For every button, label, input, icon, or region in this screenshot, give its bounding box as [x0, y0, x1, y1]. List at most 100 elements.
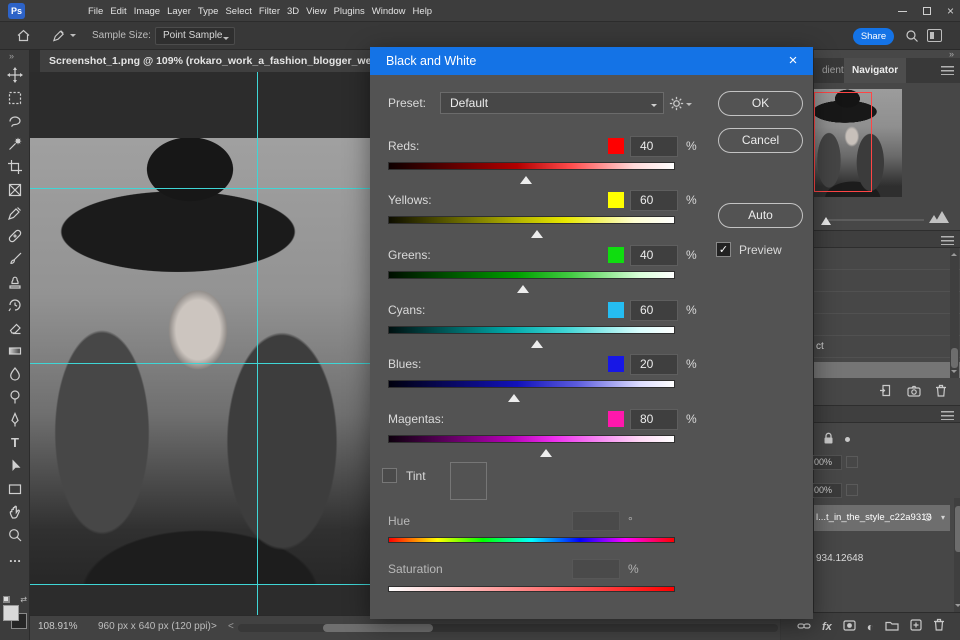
menu-view[interactable]: View: [306, 6, 326, 17]
navigator-thumbnail[interactable]: [814, 89, 902, 197]
zoom-level-field[interactable]: 108.91%: [38, 621, 77, 632]
cyans-slider[interactable]: [388, 326, 675, 348]
rectangular-marquee-tool-icon[interactable]: [0, 86, 30, 109]
default-colors-icon[interactable]: [3, 596, 10, 603]
greens-value-input[interactable]: 40: [630, 245, 678, 266]
rectangle-tool-icon[interactable]: [0, 477, 30, 500]
frame-tool-icon[interactable]: [0, 178, 30, 201]
spot-healing-brush-tool-icon[interactable]: [0, 224, 30, 247]
zoom-slider-track[interactable]: [828, 219, 924, 221]
preview-checkbox[interactable]: ✓: [716, 242, 731, 257]
delete-state-trash-icon[interactable]: [935, 384, 947, 402]
blur-tool-icon[interactable]: [0, 362, 30, 385]
dodge-tool-icon[interactable]: [0, 385, 30, 408]
zoom-tool-icon[interactable]: [0, 523, 30, 546]
greens-slider-thumb[interactable]: [516, 279, 529, 293]
cyans-value-input[interactable]: 60: [630, 300, 678, 321]
opacity-field[interactable]: 00%: [810, 455, 842, 470]
object-selection-tool-icon[interactable]: [0, 132, 30, 155]
reds-slider[interactable]: [388, 162, 675, 184]
eraser-tool-icon[interactable]: [0, 316, 30, 339]
layer-mask-icon[interactable]: [843, 618, 856, 636]
reds-value-input[interactable]: 40: [630, 136, 678, 157]
layers-scrollbar[interactable]: [954, 498, 960, 612]
history-state-row[interactable]: [814, 314, 960, 336]
fill-field[interactable]: 00%: [810, 483, 842, 498]
lasso-tool-icon[interactable]: [0, 109, 30, 132]
maximize-icon[interactable]: [922, 7, 931, 15]
zoom-slider-thumb[interactable]: [821, 212, 831, 225]
gradient-tool-icon[interactable]: [0, 339, 30, 362]
foreground-color-swatch[interactable]: [3, 605, 19, 621]
selected-layer-row[interactable]: l...t_in_the_style_c22a9313 ◎ ▾: [814, 505, 950, 531]
adjustment-layer-icon[interactable]: ◐: [867, 621, 874, 633]
menu-3d[interactable]: 3D: [287, 6, 299, 17]
cyans-slider-thumb[interactable]: [531, 334, 544, 348]
sample-size-select[interactable]: Point Sample: [155, 27, 235, 45]
history-state-row[interactable]: [814, 248, 960, 270]
minimize-icon[interactable]: [897, 10, 907, 12]
new-snapshot-camera-icon[interactable]: [907, 384, 921, 402]
new-layer-icon[interactable]: [910, 618, 922, 636]
blues-slider[interactable]: [388, 380, 675, 402]
new-group-folder-icon[interactable]: [885, 618, 899, 636]
horizontal-scrollbar[interactable]: [238, 624, 778, 632]
new-document-from-state-icon[interactable]: [879, 384, 893, 402]
menu-edit[interactable]: Edit: [110, 6, 126, 17]
blues-value-input[interactable]: 20: [630, 354, 678, 375]
yellows-slider[interactable]: [388, 216, 675, 238]
menu-select[interactable]: Select: [225, 6, 251, 17]
close-icon[interactable]: ×: [947, 5, 954, 17]
magentas-slider[interactable]: [388, 435, 675, 457]
preset-select[interactable]: Default: [440, 92, 664, 114]
hand-tool-icon[interactable]: [0, 500, 30, 523]
reds-slider-thumb[interactable]: [519, 170, 532, 184]
fill-extra-icon[interactable]: [846, 484, 858, 496]
delete-layer-trash-icon[interactable]: [933, 618, 945, 636]
history-brush-tool-icon[interactable]: [0, 293, 30, 316]
status-flyout-icon[interactable]: >: [211, 621, 217, 632]
magentas-slider-thumb[interactable]: [539, 443, 552, 457]
brush-tool-icon[interactable]: [0, 247, 30, 270]
document-tab[interactable]: Screenshot_1.png @ 109% (rokaro_work_a_f…: [40, 50, 385, 72]
magentas-value-input[interactable]: 80: [630, 409, 678, 430]
navigator-proxy-view[interactable]: [814, 92, 872, 192]
guide-vertical[interactable]: [257, 72, 258, 615]
history-scrollbar[interactable]: [950, 248, 959, 378]
dialog-title-bar[interactable]: Black and White: [370, 47, 813, 75]
crop-tool-icon[interactable]: [0, 155, 30, 178]
workspace-switcher-icon[interactable]: [927, 29, 942, 42]
history-state-row[interactable]: [814, 292, 960, 314]
lock-icon[interactable]: [823, 432, 834, 448]
yellows-slider-thumb[interactable]: [531, 224, 544, 238]
scroll-left-icon[interactable]: <: [228, 621, 234, 632]
home-icon[interactable]: [16, 28, 31, 48]
navigator-zoom-slider[interactable]: [814, 210, 960, 230]
menu-image[interactable]: Image: [134, 6, 160, 17]
move-tool-icon[interactable]: [0, 63, 30, 86]
search-icon[interactable]: [905, 29, 919, 48]
eyedropper-tool-preset-icon[interactable]: [52, 28, 76, 42]
more-tools-icon[interactable]: …: [0, 546, 30, 569]
menu-window[interactable]: Window: [372, 6, 406, 17]
auto-button[interactable]: Auto: [718, 203, 803, 228]
type-tool-icon[interactable]: T: [0, 431, 30, 454]
horizontal-scrollbar-thumb[interactable]: [323, 624, 433, 632]
eyedropper-tool-icon[interactable]: [0, 201, 30, 224]
cancel-button[interactable]: Cancel: [718, 128, 803, 153]
layer-fx-icon[interactable]: fx: [822, 621, 832, 633]
layers-scrollbar-thumb[interactable]: [955, 506, 960, 552]
preset-options-gear-icon[interactable]: [669, 96, 692, 111]
swap-colors-icon[interactable]: ⇄: [20, 595, 27, 604]
zoom-in-mountain-icon[interactable]: [935, 211, 949, 223]
link-layers-icon[interactable]: [797, 618, 811, 636]
pen-tool-icon[interactable]: [0, 408, 30, 431]
menu-help[interactable]: Help: [413, 6, 433, 17]
tint-checkbox[interactable]: [382, 468, 397, 483]
history-scrollbar-thumb[interactable]: [951, 348, 958, 368]
menu-plugins[interactable]: Plugins: [334, 6, 365, 17]
opacity-extra-icon[interactable]: [846, 456, 858, 468]
dialog-close-icon[interactable]: ×: [783, 47, 803, 75]
path-selection-tool-icon[interactable]: [0, 454, 30, 477]
menu-type[interactable]: Type: [198, 6, 219, 17]
